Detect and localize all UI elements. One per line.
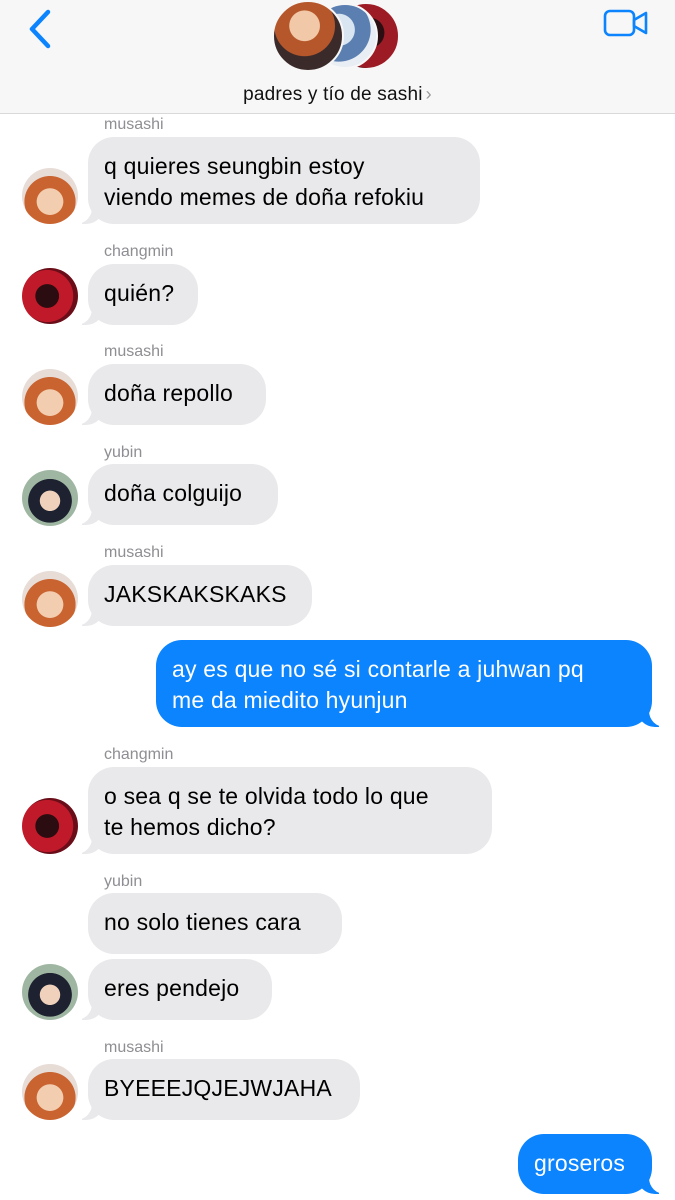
group-avatar-stack[interactable] [272, 0, 404, 76]
message-line: JAKSKAKSKAKS [104, 581, 287, 607]
message-line: no solo tienes cara [104, 909, 301, 935]
message-bubble-sent[interactable]: ay es que no sé si contarle a juhwan pq … [156, 640, 652, 727]
avatar-musashi[interactable] [22, 369, 78, 425]
sender-name: musashi [104, 116, 164, 133]
avatar-yubin[interactable] [22, 470, 78, 526]
group-name-label: padres y tío de sashi [243, 84, 423, 105]
message-line: doña colguijo [104, 480, 243, 506]
message-bubble[interactable]: o sea q se te olvida todo lo que te hemo… [88, 767, 492, 854]
message-line: viendo memes de doña refokiu [104, 184, 425, 210]
conversation-header: padres y tío de sashi › [0, 0, 675, 114]
avatar-yubin[interactable] [22, 964, 78, 1020]
chevron-right-icon: › [425, 84, 432, 104]
avatar-musashi[interactable] [22, 571, 78, 627]
video-camera-icon [603, 9, 648, 37]
sender-name: changmin [104, 746, 174, 763]
message-bubble-sent[interactable]: groseros [518, 1134, 652, 1194]
message-bubble[interactable]: quién? [88, 264, 198, 325]
message-line: groseros [534, 1150, 626, 1176]
group-avatar-musashi [272, 0, 344, 72]
group-name-button[interactable]: padres y tío de sashi › [0, 84, 675, 106]
avatar-changmin[interactable] [22, 268, 78, 324]
message-bubble[interactable]: q quieres seungbin estoy viendo memes de… [88, 137, 480, 224]
facetime-video-button[interactable] [603, 8, 649, 38]
message-bubble[interactable]: doña colguijo [88, 464, 278, 525]
message-line: ay es que no sé si contarle a juhwan pq [172, 656, 584, 682]
message-line: te hemos dicho? [104, 814, 276, 840]
sender-name: musashi [104, 343, 164, 360]
message-bubble[interactable]: eres pendejo [88, 959, 272, 1020]
sender-name: changmin [104, 243, 174, 260]
message-line: q quieres seungbin estoy [104, 153, 365, 179]
message-line: o sea q se te olvida todo lo que [104, 783, 429, 809]
message-line: me da miedito hyunjun [172, 687, 408, 713]
sender-name: musashi [104, 544, 164, 561]
avatar-musashi[interactable] [22, 1064, 78, 1120]
message-bubble[interactable]: JAKSKAKSKAKS [88, 565, 312, 626]
sender-name: yubin [104, 444, 143, 461]
sender-name: yubin [104, 873, 143, 890]
message-line: doña repollo [104, 380, 234, 406]
message-bubble[interactable]: doña repollo [88, 364, 266, 425]
back-button[interactable] [22, 8, 62, 50]
avatar-changmin[interactable] [22, 798, 78, 854]
message-line: quién? [104, 280, 175, 306]
message-bubble[interactable]: BYEEEJQJEJWJAHA [88, 1059, 360, 1120]
chevron-left-icon [29, 9, 51, 49]
message-line: BYEEEJQJEJWJAHA [104, 1075, 332, 1101]
message-line: eres pendejo [104, 975, 240, 1001]
sender-name: musashi [104, 1039, 164, 1056]
avatar-musashi[interactable] [22, 168, 78, 224]
message-bubble[interactable]: no solo tienes cara [88, 893, 342, 954]
